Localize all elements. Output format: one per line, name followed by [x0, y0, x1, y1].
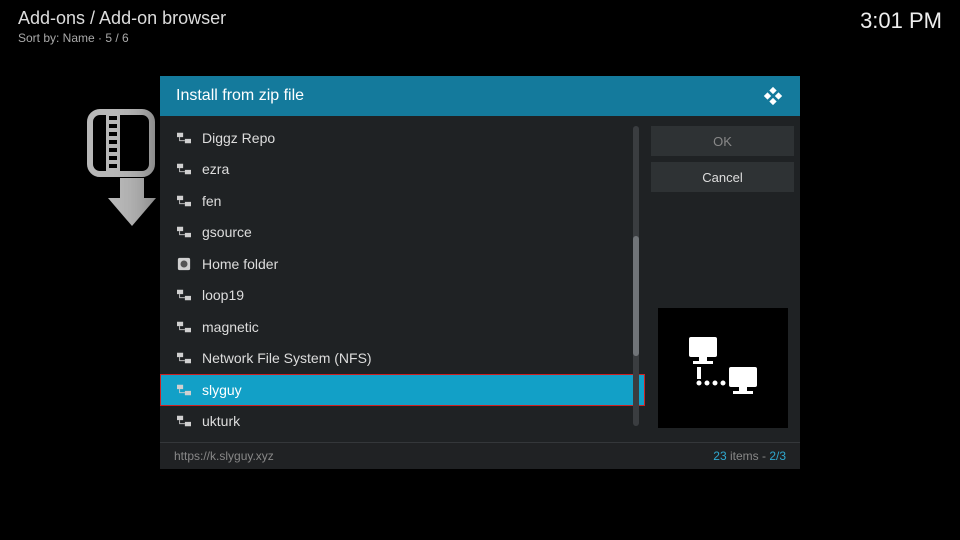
clock: 3:01 PM — [860, 8, 942, 34]
list-item-label: fen — [202, 193, 221, 209]
list-item-label: Diggz Repo — [202, 130, 275, 146]
list-item[interactable]: magnetic — [160, 311, 645, 343]
footer-path: https://k.slyguy.xyz — [174, 449, 274, 463]
cancel-button[interactable]: Cancel — [651, 162, 794, 192]
list-item-label: ukturk — [202, 413, 240, 429]
list-item-label: Network File System (NFS) — [202, 350, 372, 366]
list-item[interactable]: fen — [160, 185, 645, 217]
network-folder-icon — [176, 226, 192, 238]
dialog-title: Install from zip file — [176, 87, 304, 105]
network-folder-icon — [176, 321, 192, 333]
network-folder-icon — [176, 415, 192, 427]
scrollbar[interactable] — [633, 126, 639, 426]
list-item[interactable]: ezra — [160, 154, 645, 186]
list-item-label: magnetic — [202, 319, 259, 335]
sort-line: Sort by: Name · 5 / 6 — [18, 31, 942, 45]
file-list[interactable]: Diggz Repo ezra fen gsource Home folder loop1… — [160, 122, 645, 437]
network-folder-icon — [176, 352, 192, 364]
list-item[interactable]: gsource — [160, 217, 645, 249]
preview-thumbnail — [658, 308, 788, 428]
network-share-icon — [683, 333, 763, 403]
list-item-label: slyguy — [202, 382, 242, 398]
list-item[interactable]: ukturk — [160, 406, 645, 438]
network-folder-icon — [176, 384, 192, 396]
list-item-label: ezra — [202, 161, 229, 177]
list-item[interactable]: loop19 — [160, 280, 645, 312]
kodi-logo-icon — [762, 85, 784, 107]
list-item-label: loop19 — [202, 287, 244, 303]
dialog-footer: https://k.slyguy.xyz 23 items - 2/3 — [160, 442, 800, 469]
dialog-right-panel: OK Cancel — [645, 116, 800, 442]
network-folder-icon — [176, 289, 192, 301]
list-item[interactable]: Network File System (NFS) — [160, 343, 645, 375]
list-item[interactable]: Diggz Repo — [160, 122, 645, 154]
header: Add-ons / Add-on browser Sort by: Name ·… — [18, 8, 942, 45]
scrollbar-thumb[interactable] — [633, 236, 639, 356]
ok-button[interactable]: OK — [651, 126, 794, 156]
network-folder-icon — [176, 195, 192, 207]
file-list-panel: Diggz Repo ezra fen gsource Home folder loop1… — [160, 116, 645, 442]
list-item[interactable]: Home folder — [160, 248, 645, 280]
zip-install-icon — [86, 108, 166, 233]
install-from-zip-dialog: Install from zip file Diggz Repo ezra fen g… — [160, 76, 800, 469]
footer-count: 23 items - 2/3 — [713, 449, 786, 463]
disk-icon — [176, 257, 192, 271]
list-item-label: Home folder — [202, 256, 278, 272]
list-item-label: gsource — [202, 224, 252, 240]
network-folder-icon — [176, 132, 192, 144]
dialog-title-bar: Install from zip file — [160, 76, 800, 116]
list-item[interactable]: slyguy — [160, 374, 645, 406]
network-folder-icon — [176, 163, 192, 175]
breadcrumb: Add-ons / Add-on browser — [18, 8, 942, 29]
